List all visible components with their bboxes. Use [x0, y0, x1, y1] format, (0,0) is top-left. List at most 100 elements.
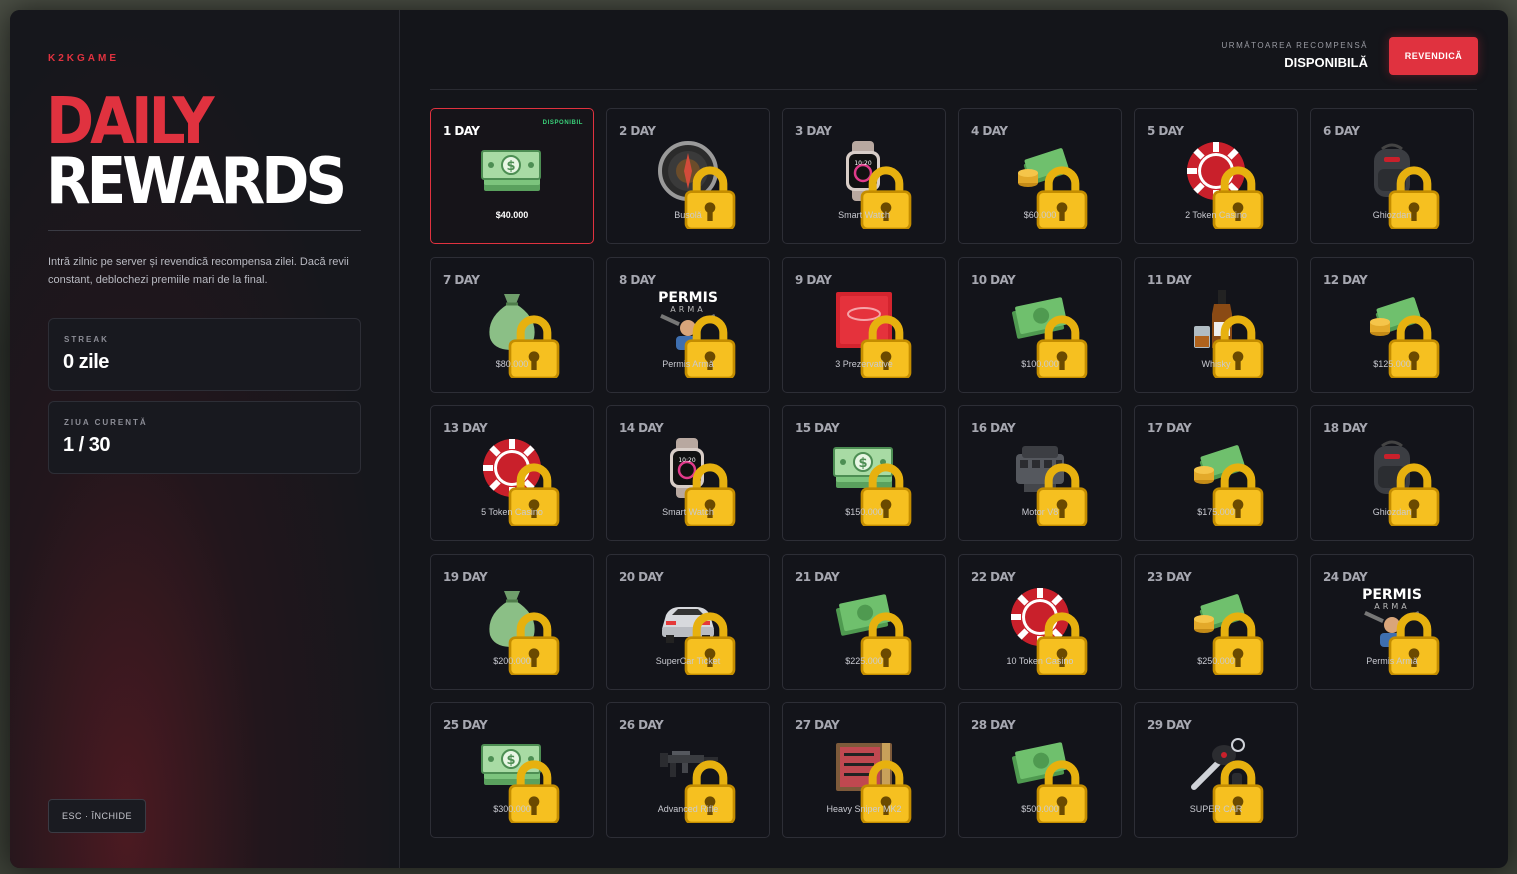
reward-name: Advanced Rifle [657, 804, 719, 814]
reward-card-day-4[interactable]: 4 DAY $60.000 [958, 108, 1122, 244]
rewards-grid: 1 DAY DISPONIBIL $ $40.000 2 DAY Busolă 3 DAY 1… [430, 108, 1480, 843]
reward-name: 5 Token Casino [481, 507, 543, 517]
reward-card-day-2[interactable]: 2 DAY Busolă [606, 108, 770, 244]
lock-icon [1382, 165, 1440, 229]
lock-icon [1030, 611, 1088, 675]
day-label: 27 DAY [795, 718, 840, 732]
streak-card: STREAK 0 zile [48, 318, 361, 391]
reward-card-day-18[interactable]: 18 DAY Ghiozdan [1310, 405, 1474, 541]
supercar-icon [656, 585, 736, 675]
car-key-icon [1184, 733, 1264, 823]
lock-icon [678, 462, 736, 526]
reward-card-day-11[interactable]: 11 DAY Whisky [1134, 257, 1298, 393]
day-label: 24 DAY [1323, 570, 1368, 584]
day-label: 2 DAY [619, 124, 656, 138]
backpack-icon [1360, 139, 1440, 229]
reward-name: Heavy Sniper MK2 [826, 804, 902, 814]
lock-icon [502, 314, 560, 378]
lock-icon [678, 759, 736, 823]
reward-name: SuperCar Ticket [655, 656, 721, 666]
lock-icon [502, 611, 560, 675]
sidebar: K2KGAME DAILY REWARDS Intră zilnic pe se… [10, 10, 400, 868]
reward-card-day-14[interactable]: 14 DAY 10:20 Smart Watch [606, 405, 770, 541]
reward-card-day-17[interactable]: 17 DAY $175.000 [1134, 405, 1298, 541]
day-label: 25 DAY [443, 718, 488, 732]
reward-card-day-25[interactable]: 25 DAY $ $300.000 [430, 702, 594, 838]
next-reward-status: DISPONIBILĂ [1284, 55, 1368, 70]
reward-card-day-1[interactable]: 1 DAY DISPONIBIL $ $40.000 [430, 108, 594, 244]
reward-card-day-9[interactable]: 9 DAY 3 Prezervative [782, 257, 946, 393]
day-label: 4 DAY [971, 124, 1008, 138]
lock-icon [1030, 759, 1088, 823]
reward-card-day-13[interactable]: 13 DAY 5 Token Casino [430, 405, 594, 541]
reward-card-day-15[interactable]: 15 DAY $ $150.000 [782, 405, 946, 541]
gun-license-icon: PERMIS ARMA [1360, 585, 1440, 675]
streak-label: STREAK [64, 335, 109, 344]
reward-card-day-27[interactable]: 27 DAY Heavy Sniper MK2 [782, 702, 946, 838]
day-label: 20 DAY [619, 570, 664, 584]
svg-text:PERMIS: PERMIS [658, 290, 718, 306]
reward-name: Motor V8 [1021, 507, 1059, 517]
lock-icon [1382, 611, 1440, 675]
cash-coins-icon [1360, 288, 1440, 378]
reward-card-day-10[interactable]: 10 DAY $100.000 [958, 257, 1122, 393]
reward-name: $200.000 [493, 656, 531, 666]
reward-name: $150.000 [845, 507, 883, 517]
reward-card-day-24[interactable]: 24 DAY PERMIS ARMA Permis Armă [1310, 554, 1474, 690]
weapon-case-icon [832, 733, 912, 823]
reward-card-day-23[interactable]: 23 DAY $250.000 [1134, 554, 1298, 690]
svg-text:$: $ [506, 159, 515, 174]
day-label: 12 DAY [1323, 273, 1368, 287]
cash-coins-icon [1184, 436, 1264, 526]
reward-name: $60.000 [1023, 210, 1057, 220]
reward-name: $500.000 [1021, 804, 1059, 814]
day-label: 19 DAY [443, 570, 488, 584]
reward-card-day-29[interactable]: 29 DAY SUPER CAR [1134, 702, 1298, 838]
svg-text:ARMA: ARMA [670, 305, 705, 314]
reward-name: Permis Armă [1366, 656, 1418, 666]
reward-card-day-16[interactable]: 16 DAY Motor V8 [958, 405, 1122, 541]
lock-icon [854, 165, 912, 229]
reward-card-day-22[interactable]: 22 DAY 10 Token Casino [958, 554, 1122, 690]
cash-coins-icon [1008, 139, 1088, 229]
lock-icon [1206, 611, 1264, 675]
reward-name: $250.000 [1197, 656, 1235, 666]
available-badge: DISPONIBIL [542, 120, 583, 126]
day-label: 22 DAY [971, 570, 1016, 584]
reward-card-day-3[interactable]: 3 DAY 10:20 Smart Watch [782, 108, 946, 244]
lock-icon [1206, 165, 1264, 229]
claim-button[interactable]: REVENDICĂ [1389, 37, 1478, 75]
reward-card-day-28[interactable]: 28 DAY $500.000 [958, 702, 1122, 838]
reward-card-day-21[interactable]: 21 DAY $225.000 [782, 554, 946, 690]
reward-name: Smart Watch [662, 507, 714, 517]
reward-card-day-20[interactable]: 20 DAY SuperCar Ticket [606, 554, 770, 690]
sidebar-divider [48, 230, 361, 231]
reward-card-day-7[interactable]: 7 DAY $80.000 [430, 257, 594, 393]
day-label: 13 DAY [443, 421, 488, 435]
reward-card-day-6[interactable]: 6 DAY Ghiozdan [1310, 108, 1474, 244]
reward-card-day-8[interactable]: 8 DAY PERMIS ARMA Permis Armă [606, 257, 770, 393]
lock-icon [1206, 759, 1264, 823]
engine-icon [1008, 436, 1088, 526]
lock-icon [1206, 314, 1264, 378]
reward-card-day-19[interactable]: 19 DAY $200.000 [430, 554, 594, 690]
day-label: 26 DAY [619, 718, 664, 732]
rewards-main: URMĂTOAREA RECOMPENSĂ DISPONIBILĂ REVEND… [401, 10, 1508, 868]
lock-icon [678, 165, 736, 229]
cash-coins-icon [1184, 585, 1264, 675]
reward-card-day-12[interactable]: 12 DAY $125.000 [1310, 257, 1474, 393]
gun-license-icon: PERMIS ARMA [656, 288, 736, 378]
lock-icon [854, 314, 912, 378]
day-label: 1 DAY [443, 124, 480, 138]
smartwatch-icon: 10:20 [832, 139, 912, 229]
cash-stack-icon: $ [480, 139, 544, 203]
casino-chip-icon [480, 436, 560, 526]
day-label: 7 DAY [443, 273, 480, 287]
lock-icon [678, 314, 736, 378]
reward-card-day-5[interactable]: 5 DAY 2 Token Casino [1134, 108, 1298, 244]
day-label: 14 DAY [619, 421, 664, 435]
reward-card-day-26[interactable]: 26 DAY Advanced Rifle [606, 702, 770, 838]
reward-name: $40.000 [495, 210, 529, 220]
page-title-rewards: REWARDS [46, 143, 347, 219]
close-button[interactable]: ESC · ÎNCHIDE [48, 799, 147, 833]
